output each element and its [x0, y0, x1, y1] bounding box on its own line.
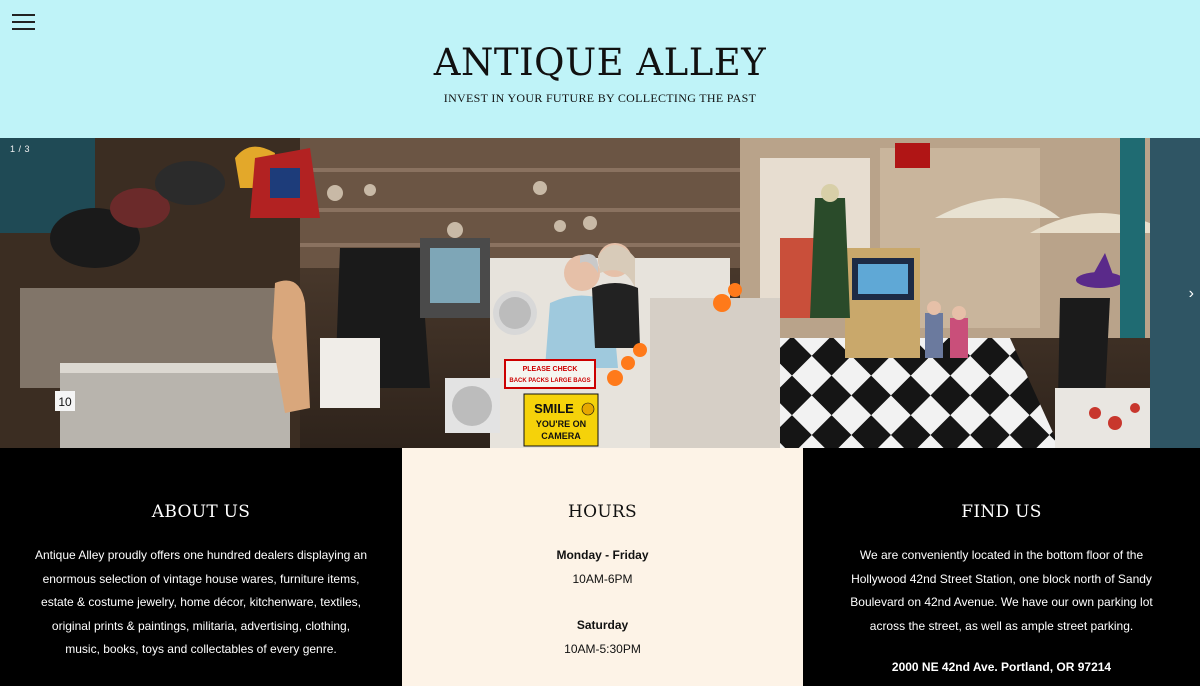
hamburger-menu-icon[interactable]	[12, 12, 36, 32]
hours-saturday-block: Saturday 10AM-5:30PM	[402, 614, 803, 661]
site-title[interactable]: ANTIQUE ALLEY	[0, 40, 1200, 86]
site-tagline: INVEST IN YOUR FUTURE BY COLLECTING THE …	[443, 91, 757, 105]
smile-sign-line1: SMILE	[534, 401, 574, 416]
menu-bar	[12, 21, 35, 23]
about-us-text: Antique Alley proudly offers one hundred…	[34, 548, 367, 656]
about-us-section: ABOUT US Antique Alley proudly offers on…	[0, 448, 402, 686]
hours-heading: HOURS	[567, 502, 638, 522]
slide-counter: 1 / 3	[10, 144, 31, 154]
hours-day-label: Monday - Friday	[556, 548, 649, 562]
please-check-sign-line2: BACK PACKS LARGE BAGS	[509, 378, 590, 384]
find-us-text: We are conveniently located in the botto…	[850, 548, 1153, 633]
booth-number-sign: 10	[58, 395, 72, 409]
store-address[interactable]: 2000 NE 42nd Ave. Portland, OR 97214	[803, 660, 1200, 674]
store-interior-photo: 10 PLEASE CHECK BACK PACKS LARGE BAGS SM…	[0, 138, 1200, 448]
menu-bar	[12, 14, 35, 16]
hours-weekday-block: Monday - Friday 10AM-6PM	[402, 544, 803, 591]
smile-sign-line2: YOU'RE ON	[536, 419, 586, 429]
hero-slideshow[interactable]: 1 / 3 10 PLEASE CHECK BACK PACKS LARGE B…	[0, 138, 1200, 448]
hours-time-value: 10AM-5:30PM	[564, 641, 641, 656]
hours-section: HOURS Monday - Friday 10AM-6PM Saturday …	[402, 448, 803, 686]
smile-sign-line3: CAMERA	[541, 431, 581, 441]
hours-time-value: 10AM-6PM	[572, 571, 633, 586]
site-header: ANTIQUE ALLEY INVEST IN YOUR FUTURE BY C…	[0, 0, 1200, 138]
find-us-section: FIND US We are conveniently located in t…	[803, 448, 1200, 686]
next-slide-arrow-icon[interactable]: ›	[1189, 286, 1194, 302]
find-us-heading: FIND US	[961, 502, 1042, 522]
menu-bar	[12, 28, 35, 30]
about-us-heading: ABOUT US	[151, 502, 251, 522]
please-check-sign-line1: PLEASE CHECK	[523, 366, 578, 373]
hours-day-label: Saturday	[576, 618, 629, 632]
